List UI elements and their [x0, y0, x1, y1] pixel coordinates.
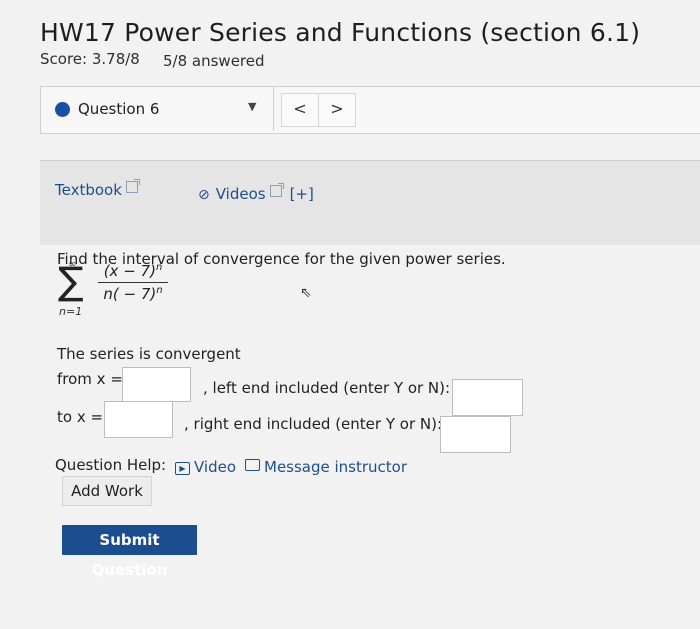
videos-label: Videos	[215, 185, 266, 203]
to-label: to x =	[57, 408, 104, 426]
message-instructor-link[interactable]: Message instructor	[245, 458, 407, 476]
message-instructor-label: Message instructor	[264, 458, 408, 476]
from-label: from x =	[57, 370, 123, 388]
help-video-link[interactable]: ▶ Video	[175, 458, 236, 476]
play-icon: ▶	[175, 462, 190, 475]
right-end-input[interactable]	[440, 416, 511, 453]
help-video-label: Video	[194, 458, 237, 476]
question-help-label: Question Help:	[55, 456, 167, 474]
page: HW17 Power Series and Functions (section…	[0, 0, 700, 629]
question-nav-bar: Question 6 ▼ < >	[40, 86, 700, 134]
resources-bar: Textbook ⊘ Videos [+]	[40, 160, 700, 245]
score-text: Score: 3.78/8	[40, 50, 140, 68]
to-x-input[interactable]	[104, 401, 173, 438]
textbook-label: Textbook	[55, 181, 122, 199]
series-fraction: (x − 7)n n( − 7)n	[98, 262, 168, 303]
next-question-button[interactable]: >	[318, 93, 356, 127]
question-status-dot-icon	[55, 102, 70, 117]
left-end-input[interactable]	[452, 379, 523, 416]
submit-question-button[interactable]: Submit Question	[62, 525, 197, 579]
external-link-icon	[269, 183, 284, 197]
expand-toggle[interactable]: [+]	[290, 185, 314, 203]
mouse-cursor-icon: ⇖	[300, 285, 312, 301]
sum-upper-limit: ∞	[68, 259, 77, 270]
caret-down-icon: ▼	[248, 100, 257, 113]
question-selector[interactable]: Question 6 ▼	[41, 87, 274, 131]
left-end-label: , left end included (enter Y or N):	[203, 379, 451, 397]
convergent-statement: The series is convergent	[57, 345, 241, 363]
external-link-icon	[125, 179, 140, 193]
from-x-input[interactable]	[122, 367, 191, 402]
question-label: Question 6	[78, 100, 160, 118]
videos-link[interactable]: ⊘ Videos [+]	[198, 183, 314, 203]
sum-lower-limit: n=1	[59, 305, 83, 318]
fraction-numerator: (x − 7)n	[103, 262, 163, 280]
envelope-icon	[245, 459, 260, 471]
page-title: HW17 Power Series and Functions (section…	[40, 18, 641, 47]
paperclip-icon: ⊘	[198, 187, 210, 203]
right-end-label: , right end included (enter Y or N):	[184, 415, 443, 433]
textbook-link[interactable]: Textbook	[55, 179, 140, 199]
prev-question-button[interactable]: <	[281, 93, 319, 127]
answered-count: 5/8 answered	[163, 52, 265, 70]
fraction-denominator: n( − 7)n	[103, 285, 163, 303]
add-work-button[interactable]: Add Work	[62, 476, 152, 506]
